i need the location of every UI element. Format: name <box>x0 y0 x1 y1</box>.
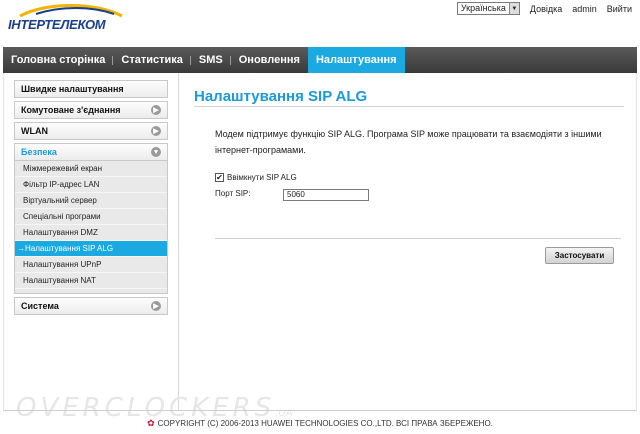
sidebar-divider <box>178 73 179 410</box>
sidebar-item-label: Комутоване з'єднання <box>21 105 121 115</box>
chevron-right-icon: ▶ <box>151 105 161 115</box>
sip-port-input[interactable]: 5060 <box>283 189 369 201</box>
copyright-text: COPYRIGHT (C) 2006-2013 HUAWEI TECHNOLOG… <box>157 419 493 428</box>
sidebar-subitem-dmz[interactable]: Налаштування DMZ <box>15 225 167 241</box>
sidebar-item-quick-setup[interactable]: Швидке налаштування <box>14 80 168 98</box>
logout-link[interactable]: Вийти <box>607 4 632 14</box>
language-select[interactable]: Українська ▼ <box>456 2 520 15</box>
sidebar-item-label: WLAN <box>21 126 48 136</box>
tab-sms[interactable]: SMS <box>191 47 231 73</box>
sidebar-item-dialup[interactable]: Комутоване з'єднання ▶ <box>14 101 168 119</box>
sidebar-subitem-special-apps[interactable]: Спеціальні програми <box>15 209 167 225</box>
chevron-down-icon[interactable]: ▼ <box>508 3 519 14</box>
top-utility-bar: Українська ▼ Довідка admin Вийти <box>456 2 632 15</box>
sidebar-subitem-sip-alg[interactable]: →Налаштування SIP ALG <box>15 241 167 257</box>
sidebar-item-wlan[interactable]: WLAN ▶ <box>14 122 168 140</box>
security-submenu: Міжмережевий екран Фільтр IP-адрес LAN В… <box>14 161 168 289</box>
sidebar-subitem-lan-ip-filter[interactable]: Фільтр IP-адрес LAN <box>15 177 167 193</box>
sidebar-item-security[interactable]: Безпека ▼ <box>14 143 168 161</box>
sidebar-item-system[interactable]: Система ▶ <box>14 297 168 315</box>
description-text: Модем підтримує функцію SIP ALG. Програм… <box>215 129 602 155</box>
chevron-right-icon: ▶ <box>151 126 161 136</box>
main-nav: Головна сторінка Статистика SMS Оновленн… <box>3 47 637 73</box>
title-divider <box>194 106 624 107</box>
sidebar-subitem-firewall[interactable]: Міжмережевий екран <box>15 161 167 177</box>
tab-statistics[interactable]: Статистика <box>113 47 191 73</box>
apply-button[interactable]: Застосувати <box>545 247 614 264</box>
sidebar-item-label: Безпека <box>21 147 57 157</box>
enable-sip-alg-row: ✔ Ввімкнути SIP ALG <box>215 173 297 182</box>
enable-sip-alg-checkbox[interactable]: ✔ <box>215 173 224 182</box>
footer: ✿ COPYRIGHT (C) 2006-2013 HUAWEI TECHNOLO… <box>0 418 640 429</box>
sidebar-subitem-virtual-server[interactable]: Віртуальний сервер <box>15 193 167 209</box>
sidebar: Швидке налаштування Комутоване з'єднання… <box>14 80 168 318</box>
footer-divider <box>3 410 637 411</box>
language-value: Українська <box>460 3 506 13</box>
help-link[interactable]: Довідка <box>530 4 562 14</box>
tab-settings[interactable]: Налаштування <box>307 47 405 73</box>
sidebar-subitem-upnp[interactable]: Налаштування UPnP <box>15 257 167 273</box>
chevron-down-icon: ▼ <box>151 147 161 157</box>
sip-port-label: Порт SIP: <box>215 189 251 198</box>
tab-home[interactable]: Головна сторінка <box>3 47 114 73</box>
sidebar-subitem-nat[interactable]: Налаштування NAT <box>15 273 167 289</box>
submenu-bottom <box>14 289 168 294</box>
tab-update[interactable]: Оновлення <box>231 47 308 73</box>
huawei-logo-icon: ✿ <box>147 418 155 428</box>
chevron-right-icon: ▶ <box>151 301 161 311</box>
user-link[interactable]: admin <box>572 4 597 14</box>
sidebar-item-label: Система <box>21 301 59 311</box>
page-title: Налаштування SIP ALG <box>194 88 368 105</box>
enable-sip-alg-label: Ввімкнути SIP ALG <box>227 173 297 182</box>
intertelecom-logo: ІНТЕРТЕЛЕКОМ <box>6 4 126 42</box>
section-divider <box>215 238 621 239</box>
sidebar-item-label: Швидке налаштування <box>21 84 124 94</box>
logo-text: ІНТЕРТЕЛЕКОМ <box>8 17 106 32</box>
